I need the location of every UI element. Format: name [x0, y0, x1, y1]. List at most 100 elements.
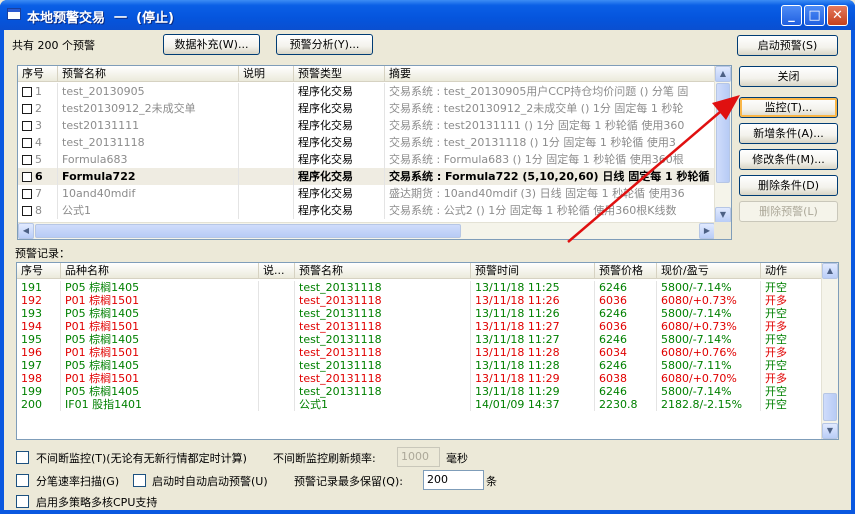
enable-checkbox[interactable] [22, 206, 32, 216]
scroll-thumb[interactable] [716, 83, 730, 183]
record-cell-no: 194 [17, 320, 61, 333]
title-bar[interactable]: 本地预警交易 一 (停止) _ □ ✕ [0, 0, 855, 30]
scroll-right-icon[interactable]: ▶ [699, 223, 715, 239]
column-header[interactable]: 预警类型 [294, 66, 385, 82]
alert-cell-type: 程序化交易 [294, 100, 385, 117]
multi-core-checkbox[interactable] [16, 495, 29, 508]
enable-checkbox[interactable] [22, 189, 32, 199]
records-column-header[interactable]: 预警价格 [595, 263, 657, 279]
record-cell-no: 195 [17, 333, 61, 346]
column-header[interactable]: 序号 [18, 66, 58, 82]
record-cell-note [259, 307, 295, 320]
maximize-button[interactable]: □ [804, 5, 825, 26]
records-column-header[interactable]: 说... [259, 263, 295, 279]
alert-row[interactable]: 8 公式1 程序化交易 交易系统 : 公式2 () 1分 固定每 1 秒轮循 使用36… [18, 202, 715, 219]
record-cell-name: test_20131118 [295, 307, 471, 320]
records-list[interactable]: 序号 品种名称 说... 预警名称 预警时间 预警价格 现价/盈亏 动作 191 P05 棕榈1… [16, 262, 839, 440]
alert-row[interactable]: 4 test_20131118 程序化交易 交易系统 : test_20131118 … [18, 134, 715, 151]
records-column-header[interactable]: 品种名称 [61, 263, 259, 279]
record-cell-note [259, 372, 295, 385]
scroll-down-icon[interactable]: ▼ [715, 207, 731, 223]
records-list-vscrollbar[interactable]: ▲ ▼ [821, 263, 838, 439]
record-cell-action: 开空 [761, 359, 822, 372]
record-cell-action: 开多 [761, 372, 822, 385]
record-row[interactable]: 200 IF01 股指1401 公式1 14/01/09 14:37 2230.8 218… [17, 398, 822, 411]
record-cell-product: P05 棕榈1405 [61, 333, 259, 346]
record-row[interactable]: 197 P05 棕榈1405 test_20131118 13/11/18 11:28… [17, 359, 822, 372]
close-window-button[interactable]: ✕ [827, 5, 848, 26]
delete-condition-button[interactable]: 删除条件(D) [739, 175, 838, 196]
records-column-header[interactable]: 序号 [17, 263, 61, 279]
refresh-rate-input[interactable]: 1000 [397, 447, 440, 467]
alert-list-hscrollbar[interactable]: ◀ ▶ [18, 222, 715, 239]
record-row[interactable]: 199 P05 棕榈1405 test_20131118 13/11/18 11:29… [17, 385, 822, 398]
minimize-button[interactable]: _ [781, 5, 802, 26]
records-scroll-thumb[interactable] [823, 393, 837, 421]
alert-cell-summary: 盛达期货 : 10and40mdif (3) 日线 固定每 1 秒轮循 使用36 [385, 185, 715, 202]
alert-list-vscrollbar[interactable]: ▲ ▼ [714, 66, 731, 223]
window-icon [7, 8, 21, 20]
enable-checkbox[interactable] [22, 121, 32, 131]
record-cell-action: 开多 [761, 320, 822, 333]
alert-analysis-button[interactable]: 预警分析(Y)... [276, 34, 373, 55]
record-row[interactable]: 195 P05 棕榈1405 test_20131118 13/11/18 11:27… [17, 333, 822, 346]
record-cell-no: 198 [17, 372, 61, 385]
alert-cell-desc [239, 83, 294, 100]
records-column-header[interactable]: 预警时间 [471, 263, 595, 279]
alert-number: 7 [35, 187, 42, 200]
record-row[interactable]: 194 P01 棕榈1501 test_20131118 13/11/18 11:27… [17, 320, 822, 333]
record-cell-name: test_20131118 [295, 385, 471, 398]
add-condition-button[interactable]: 新增条件(A)... [739, 123, 838, 144]
continuous-monitor-checkbox[interactable] [16, 451, 29, 464]
records-column-header[interactable]: 预警名称 [295, 263, 471, 279]
records-scroll-down-icon[interactable]: ▼ [822, 423, 838, 439]
enable-checkbox[interactable] [22, 172, 32, 182]
records-column-header[interactable]: 动作 [761, 263, 822, 279]
record-cell-note [259, 320, 295, 333]
close-button[interactable]: 关闭 [739, 66, 838, 87]
record-row[interactable]: 192 P01 棕榈1501 test_20131118 13/11/18 11:26… [17, 294, 822, 307]
alert-row[interactable]: 1 test_20130905 程序化交易 交易系统 : test_20130905用… [18, 83, 715, 100]
alert-row[interactable]: 5 Formula683 程序化交易 交易系统 : Formula683 () 1分 … [18, 151, 715, 168]
alert-row[interactable]: 6 Formula722 程序化交易 交易系统 : Formula722 (5,10,… [18, 168, 715, 185]
enable-checkbox[interactable] [22, 138, 32, 148]
enable-checkbox[interactable] [22, 155, 32, 165]
monitor-button[interactable]: 监控(T)... [739, 97, 838, 118]
scroll-up-icon[interactable]: ▲ [715, 66, 731, 82]
column-header[interactable]: 说明 [239, 66, 294, 82]
start-alert-button[interactable]: 启动预警(S) [737, 35, 838, 56]
record-cell-product: P05 棕榈1405 [61, 281, 259, 294]
delete-alert-button[interactable]: 删除预警(L) [739, 201, 838, 222]
record-cell-note [259, 398, 295, 411]
alert-cell-no: 2 [18, 100, 58, 117]
records-scroll-up-icon[interactable]: ▲ [822, 263, 838, 279]
record-row[interactable]: 193 P05 棕榈1405 test_20131118 13/11/18 11:26… [17, 307, 822, 320]
record-row[interactable]: 191 P05 棕榈1405 test_20131118 13/11/18 11:25… [17, 281, 822, 294]
alert-row[interactable]: 7 10and40mdif 程序化交易 盛达期货 : 10and40mdif (3) … [18, 185, 715, 202]
record-cell-time: 13/11/18 11:27 [471, 320, 595, 333]
alert-row[interactable]: 2 test20130912_2未成交单 程序化交易 交易系统 : test20130… [18, 100, 715, 117]
max-records-input[interactable]: 200 [423, 470, 484, 490]
alert-cell-type: 程序化交易 [294, 117, 385, 134]
auto-start-checkbox[interactable] [133, 474, 146, 487]
scroll-left-icon[interactable]: ◀ [18, 223, 34, 239]
column-header[interactable]: 预警名称 [58, 66, 239, 82]
alert-cell-no: 4 [18, 134, 58, 151]
alert-row[interactable]: 3 test20131111 程序化交易 交易系统 : test20131111 ()… [18, 117, 715, 134]
record-cell-time: 13/11/18 11:28 [471, 346, 595, 359]
alert-cell-desc [239, 117, 294, 134]
record-cell-pnl: 5800/-7.14% [657, 385, 761, 398]
column-header[interactable]: 摘要 [385, 66, 715, 82]
modify-condition-button[interactable]: 修改条件(M)... [739, 149, 838, 170]
data-fill-button[interactable]: 数据补充(W)... [163, 34, 260, 55]
hscroll-thumb[interactable] [35, 224, 461, 238]
record-row[interactable]: 198 P01 棕榈1501 test_20131118 13/11/18 11:29… [17, 372, 822, 385]
records-column-header[interactable]: 现价/盈亏 [657, 263, 761, 279]
record-cell-pnl: 5800/-7.14% [657, 333, 761, 346]
record-row[interactable]: 196 P01 棕榈1501 test_20131118 13/11/18 11:28… [17, 346, 822, 359]
enable-checkbox[interactable] [22, 104, 32, 114]
tiered-scan-checkbox[interactable] [16, 474, 29, 487]
enable-checkbox[interactable] [22, 87, 32, 97]
alert-list[interactable]: 序号 预警名称 说明 预警类型 摘要 1 test_20130905 程序化交易 交易系统 :… [17, 65, 732, 240]
alert-cell-desc [239, 185, 294, 202]
